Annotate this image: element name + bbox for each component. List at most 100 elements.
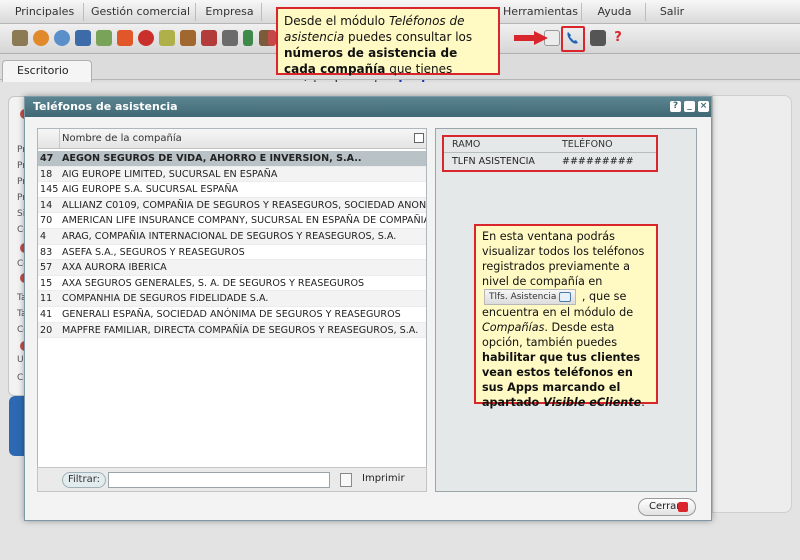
table-row[interactable]: 14 ALLIANZ C0109, COMPAÑIA DE SEGUROS Y R… (38, 197, 426, 214)
cell-company-name: AIG EUROPE S.A. SUCURSAL ESPAÑA (62, 184, 239, 196)
first-aid-icon[interactable] (201, 30, 217, 46)
cell-company-name: ARAG, COMPAÑIA INTERNACIONAL DE SEGUROS … (62, 231, 397, 242)
note-text-module: Compañías (482, 321, 545, 334)
house-icon[interactable] (222, 30, 238, 46)
monitor-icon[interactable] (75, 30, 91, 46)
cell-company-name: AXA AURORA IBERICA (62, 262, 167, 274)
cell-company-name: MAPFRE FAMILIAR, DIRECTA COMPAÑÍA DE SEG… (62, 324, 419, 336)
fax-icon[interactable] (590, 30, 606, 46)
cell-code: 15 (40, 277, 53, 289)
filter-input[interactable] (108, 472, 330, 488)
tlfs-asistencia-label: Tlfs. Asistencia (489, 292, 557, 302)
cell-code: 14 (40, 199, 53, 211)
phone-icon (559, 291, 572, 302)
dialog-title-text: Teléfonos de asistencia (33, 100, 178, 113)
cell-company-name: GENERALI ESPAÑA, SOCIEDAD ANÓNIMA DE SEG… (62, 309, 401, 320)
phones-row[interactable]: TLFN ASISTENCIA ######### (444, 154, 656, 170)
tlfs-asistencia-button: Tlfs. Asistencia (484, 289, 577, 305)
app-tile[interactable] (9, 396, 25, 456)
grid-header-code[interactable] (38, 129, 60, 149)
grid-footer: Filtrar: Imprimir (37, 467, 427, 492)
table-row[interactable]: 11 COMPANHIA DE SEGUROS FIDELIDADE S.A. (38, 291, 426, 307)
phones-header-telefono: TELÉFONO (562, 139, 613, 150)
note-text-option: Visible eCliente (543, 396, 642, 409)
info-pane: RAMO TELÉFONO TLFN ASISTENCIA ######### … (435, 128, 697, 492)
briefcase-icon[interactable] (180, 30, 196, 46)
close-button[interactable]: Cerrar (638, 498, 696, 516)
note-text: . (641, 396, 645, 409)
contacts-icon[interactable] (54, 30, 70, 46)
cell-company-name: COMPANHIA DE SEGUROS FIDELIDADE S.A. (62, 293, 269, 305)
phone-icon[interactable] (565, 30, 581, 46)
printer-icon[interactable] (340, 473, 352, 487)
list-icon[interactable] (96, 30, 112, 46)
table-row[interactable]: 47 AEGON SEGUROS DE VIDA, AHORRO E INVERS… (38, 151, 426, 167)
table-row[interactable]: 15 AXA SEGUROS GENERALES, S. A. DE SEGURO… (38, 276, 426, 292)
calculator-icon[interactable] (12, 30, 28, 46)
note-text: Desde el módulo (284, 14, 389, 28)
target-icon[interactable] (138, 30, 154, 46)
person-icon[interactable] (268, 30, 276, 46)
right-panel (712, 95, 792, 513)
menu-principales[interactable]: Principales (6, 3, 84, 21)
grid-header: Nombre de la compañía (38, 129, 426, 149)
table-row[interactable]: 145 AIG EUROPE S.A. SUCURSAL ESPAÑA (38, 182, 426, 198)
dialog-title: Teléfonos de asistencia ? _ × (25, 97, 711, 117)
minimize-icon[interactable]: _ (684, 101, 695, 112)
table-row[interactable]: 41 GENERALI ESPAÑA, SOCIEDAD ANÓNIMA DE S… (38, 307, 426, 323)
table-row[interactable]: 4 ARAG, COMPAÑIA INTERNACIONAL DE SEGUROS… (38, 229, 426, 245)
grid-header-name[interactable]: Nombre de la compañía (62, 129, 182, 149)
table-row[interactable]: 20 MAPFRE FAMILIAR, DIRECTA COMPAÑÍA DE S… (38, 322, 426, 339)
phones-header-ramo: RAMO (452, 139, 481, 150)
cell-company-name: ASEFA S.A., SEGUROS Y REASEGUROS (62, 246, 245, 258)
cell-company-name: AEGON SEGUROS DE VIDA, AHORRO E INVERSIO… (62, 153, 362, 164)
cell-code: 11 (40, 293, 53, 305)
phones-cell-ramo: TLFN ASISTENCIA (452, 156, 535, 167)
note-text: En esta ventana podrás visualizar todos … (482, 230, 645, 288)
pencil-icon[interactable] (159, 30, 175, 46)
cell-code: 47 (40, 153, 54, 164)
menu-gestion-comercial[interactable]: Gestión comercial (86, 3, 196, 21)
cell-code: 41 (40, 309, 53, 320)
user-icon[interactable] (33, 30, 49, 46)
cell-code: 18 (40, 168, 53, 180)
table-row[interactable]: 83 ASEFA S.A., SEGUROS Y REASEGUROS (38, 245, 426, 261)
companies-grid: Nombre de la compañía 47 AEGON SEGUROS DE… (37, 128, 427, 492)
tab-strip (0, 58, 800, 80)
close-button-label: Cerrar (649, 501, 681, 512)
menu-salir[interactable]: Salir (648, 3, 696, 21)
table-row[interactable]: 57 AXA AURORA IBERICA (38, 260, 426, 276)
arrow-right-icon (514, 31, 548, 45)
fire-icon[interactable] (117, 30, 133, 46)
info-note: En esta ventana podrás visualizar todos … (474, 224, 658, 409)
table-row[interactable]: 18 AIG EUROPE LIMITED, SUCURSAL EN ESPAÑA (38, 166, 426, 183)
exit-icon (678, 502, 688, 512)
bottle-icon[interactable] (243, 30, 253, 46)
cell-code: 4 (40, 231, 47, 242)
cell-company-name: AMERICAN LIFE INSURANCE COMPANY, SUCURSA… (62, 215, 426, 227)
filter-label: Filtrar: (62, 472, 106, 488)
column-chooser-icon[interactable] (414, 133, 424, 143)
help-icon[interactable]: ? (670, 101, 681, 112)
cell-company-name: AXA SEGUROS GENERALES, S. A. DE SEGUROS … (62, 277, 365, 289)
help-icon[interactable]: ? (612, 30, 624, 46)
phones-header: RAMO TELÉFONO (444, 137, 656, 153)
close-icon[interactable]: × (698, 101, 709, 112)
cell-code: 70 (40, 215, 53, 227)
cell-code: 145 (40, 184, 59, 196)
cell-code: 83 (40, 246, 53, 258)
cell-company-name: AIG EUROPE LIMITED, SUCURSAL EN ESPAÑA (62, 168, 278, 180)
menu-empresa[interactable]: Empresa (198, 3, 262, 21)
menu-ayuda[interactable]: Ayuda (584, 3, 646, 21)
note-text: puedes consultar los (344, 30, 473, 44)
cell-code: 20 (40, 324, 53, 336)
table-row[interactable]: 70 AMERICAN LIFE INSURANCE COMPANY, SUCUR… (38, 213, 426, 229)
tab-escritorio[interactable]: Escritorio (2, 60, 92, 82)
phones-cell-telefono: ######### (562, 156, 634, 167)
phones-table: RAMO TELÉFONO TLFN ASISTENCIA ######### (442, 135, 658, 172)
cell-code: 57 (40, 262, 53, 274)
menu-herramientas[interactable]: Herramientas (500, 3, 582, 21)
assistance-phones-dialog: Teléfonos de asistencia ? _ × Nombre de … (24, 96, 712, 521)
print-button[interactable]: Imprimir (362, 473, 405, 484)
cell-company-name: ALLIANZ C0109, COMPAÑIA DE SEGUROS Y REA… (62, 199, 426, 211)
